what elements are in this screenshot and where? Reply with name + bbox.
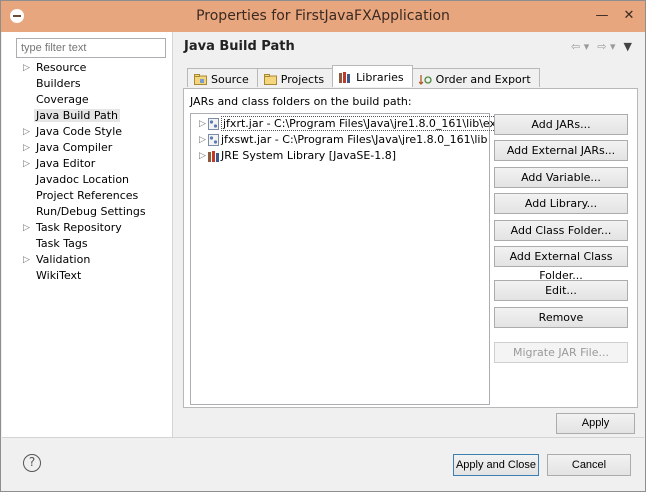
close-icon[interactable]: ✕	[619, 6, 639, 26]
tab-projects[interactable]: Projects	[256, 68, 334, 87]
expand-arrow-icon[interactable]: ▷	[199, 148, 206, 164]
sidebar-item-task-repository[interactable]: ▷ Task Repository	[16, 220, 171, 236]
sidebar-item-label: Task Tags	[36, 237, 88, 250]
cancel-button[interactable]: Cancel	[547, 454, 631, 476]
tab-order-and-export[interactable]: Order and Export	[411, 68, 540, 87]
apply-and-close-button[interactable]: Apply and Close	[453, 454, 539, 476]
migrate-jar-button[interactable]: Migrate JAR File...	[494, 342, 628, 363]
tab-label: Order and Export	[435, 72, 531, 86]
sidebar-item-label: WikiText	[36, 269, 82, 282]
expand-arrow-icon[interactable]: ▷	[23, 60, 30, 76]
property-tree: ▷ Resource Builders Coverage Java Build P…	[16, 60, 171, 284]
jar-icon	[208, 118, 219, 130]
source-folder-icon	[194, 73, 207, 85]
sidebar-item-java-compiler[interactable]: ▷ Java Compiler	[16, 140, 171, 156]
sidebar-item-project-references[interactable]: Project References	[16, 188, 171, 204]
add-library-button[interactable]: Add Library...	[494, 193, 628, 214]
library-tree[interactable]: ▷ jfxrt.jar - C:\Program Files\Java\jre1…	[190, 113, 503, 405]
add-external-jars-button[interactable]: Add External JARs...	[494, 140, 628, 161]
tab-label: Libraries	[356, 71, 404, 84]
page-title: Java Build Path	[184, 39, 295, 54]
history-nav: ⇦ ▾ ⇨ ▾ ▼	[571, 40, 632, 53]
sidebar-item-label: Project References	[36, 189, 139, 202]
page-area: Java Build Path ⇦ ▾ ⇨ ▾ ▼ Source Project…	[173, 32, 644, 437]
sidebar-item-label: Resource	[36, 61, 87, 74]
library-icon	[208, 151, 219, 162]
sidebar-item-label: Validation	[36, 253, 91, 266]
tab-libraries[interactable]: Libraries	[332, 65, 413, 87]
forward-icon[interactable]: ⇨ ▾	[597, 40, 615, 53]
edit-button[interactable]: Edit...	[494, 280, 628, 301]
libraries-icon	[339, 72, 351, 83]
sidebar-item-coverage[interactable]: Coverage	[16, 92, 171, 108]
order-export-icon	[418, 74, 432, 85]
sidebar-item-validation[interactable]: ▷ Validation	[16, 252, 171, 268]
projects-icon	[263, 73, 277, 85]
tab-source[interactable]: Source	[187, 68, 258, 87]
sidebar-item-java-build-path[interactable]: Java Build Path	[16, 108, 171, 124]
tab-label: Projects	[280, 72, 325, 86]
library-entry-label: jfxswt.jar - C:\Program Files\Java\jre1.…	[221, 133, 488, 146]
list-item[interactable]: ▷ jfxrt.jar - C:\Program Files\Java\jre1…	[191, 116, 503, 132]
sidebar-item-javadoc-location[interactable]: Javadoc Location	[16, 172, 171, 188]
dialog-content: ▷ Resource Builders Coverage Java Build P…	[2, 32, 644, 437]
tab-label: Source	[211, 72, 249, 86]
help-icon[interactable]: ?	[23, 454, 41, 472]
button-bar: ? Apply and Close Cancel	[2, 437, 644, 491]
sidebar-item-java-editor[interactable]: ▷ Java Editor	[16, 156, 171, 172]
expand-arrow-icon[interactable]: ▷	[23, 124, 30, 140]
properties-window: Properties for FirstJavaFXApplication — …	[0, 0, 646, 492]
sidebar-item-task-tags[interactable]: Task Tags	[16, 236, 171, 252]
jar-icon	[208, 134, 219, 146]
sidebar-item-label: Run/Debug Settings	[36, 205, 146, 218]
add-variable-button[interactable]: Add Variable...	[494, 167, 628, 188]
remove-button[interactable]: Remove	[494, 307, 628, 328]
sidebar-item-run-debug-settings[interactable]: Run/Debug Settings	[16, 204, 171, 220]
filter-input[interactable]	[16, 38, 166, 58]
sidebar-item-resource[interactable]: ▷ Resource	[16, 60, 171, 76]
list-item[interactable]: ▷ jfxswt.jar - C:\Program Files\Java\jre…	[191, 132, 489, 148]
sidebar-item-builders[interactable]: Builders	[16, 76, 171, 92]
libraries-panel: JARs and class folders on the build path…	[183, 88, 638, 408]
sidebar-item-label: Coverage	[36, 93, 89, 106]
expand-arrow-icon[interactable]: ▷	[23, 140, 30, 156]
window-title: Properties for FirstJavaFXApplication	[196, 8, 450, 24]
sidebar-item-label: Java Build Path	[34, 109, 121, 122]
sidebar-item-label: Builders	[36, 77, 81, 90]
library-entry-label: jfxrt.jar - C:\Program Files\Java\jre1.8…	[221, 116, 503, 131]
expand-arrow-icon[interactable]: ▷	[199, 116, 206, 132]
add-external-class-folder-button[interactable]: Add External Class Folder...	[494, 246, 628, 282]
build-path-heading: JARs and class folders on the build path…	[190, 95, 412, 108]
expand-arrow-icon[interactable]: ▷	[23, 252, 30, 268]
add-jars-button[interactable]: Add JARs...	[494, 114, 628, 135]
tab-bar: Source Projects Libraries Order and Expo…	[187, 65, 540, 88]
sidebar-item-java-code-style[interactable]: ▷ Java Code Style	[16, 124, 171, 140]
add-class-folder-button[interactable]: Add Class Folder...	[494, 220, 628, 241]
minimize-icon[interactable]: —	[592, 6, 612, 26]
expand-arrow-icon[interactable]: ▷	[199, 132, 206, 148]
sidebar-item-label: Task Repository	[36, 221, 122, 234]
sidebar-item-wikitext[interactable]: WikiText	[16, 268, 171, 284]
sidebar-item-label: Java Code Style	[36, 125, 123, 138]
expand-arrow-icon[interactable]: ▷	[23, 220, 30, 236]
expand-arrow-icon[interactable]: ▷	[23, 156, 30, 172]
view-menu-icon[interactable]: ▼	[624, 40, 632, 53]
sidebar-item-label: Java Editor	[36, 157, 96, 170]
title-bar: Properties for FirstJavaFXApplication — …	[1, 1, 645, 32]
sidebar-item-label: Javadoc Location	[36, 173, 130, 186]
back-icon[interactable]: ⇦ ▾	[571, 40, 589, 53]
library-entry-label: JRE System Library [JavaSE-1.8]	[221, 149, 397, 162]
apply-button[interactable]: Apply	[556, 413, 635, 434]
list-item[interactable]: ▷ JRE System Library [JavaSE-1.8]	[191, 148, 489, 164]
sidebar-item-label: Java Compiler	[36, 141, 113, 154]
